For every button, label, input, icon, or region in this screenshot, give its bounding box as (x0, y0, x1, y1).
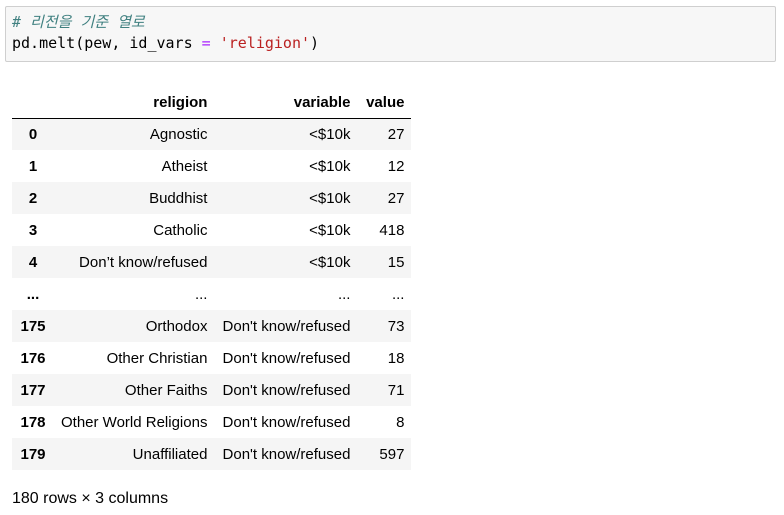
cell-value: 73 (387, 317, 405, 335)
row-index: 175 (20, 317, 46, 335)
cell-religion: Buddhist (149, 189, 208, 207)
cell-religion: Other World Religions (61, 413, 208, 431)
row-index: 176 (20, 349, 46, 367)
row-index: ... (26, 285, 40, 303)
cell-value: 12 (387, 157, 405, 175)
row-index: 177 (20, 381, 46, 399)
cell-variable: <$10k (309, 125, 351, 143)
row-index: 1 (28, 157, 38, 175)
table-row: 1 Atheist <$10k 12 (12, 150, 412, 182)
header-religion: religion (54, 87, 215, 119)
cell-variable: <$10k (309, 189, 351, 207)
cell-variable: <$10k (309, 221, 351, 239)
cell-religion: Unaffiliated (132, 445, 208, 463)
dataframe-shape-caption: 180 rows × 3 columns (12, 490, 169, 507)
table-row: 176 Other Christian Don't know/refused 1… (12, 342, 412, 374)
table-row: 177 Other Faiths Don't know/refused 71 (12, 374, 412, 406)
cell-religion: Agnostic (149, 125, 208, 143)
row-index: 2 (28, 189, 38, 207)
table-row: 175 Orthodox Don't know/refused 73 (12, 310, 412, 342)
code-cell[interactable]: # 리전을 기준 열로 pd.melt(pew, id_vars = 'reli… (5, 6, 776, 62)
cell-religion: Atheist (161, 157, 208, 175)
cell-variable: Don't know/refused (222, 349, 351, 367)
cell-religion: Orthodox (145, 317, 208, 335)
cell-religion: Other Faiths (124, 381, 208, 399)
row-index: 3 (28, 221, 38, 239)
cell-value: 418 (379, 221, 405, 239)
code-operator: = (201, 34, 211, 52)
cell-variable: Don't know/refused (222, 413, 351, 431)
cell-value: 15 (387, 253, 405, 271)
table-row: 4 Don’t know/refused <$10k 15 (12, 246, 412, 278)
row-index: 4 (28, 253, 38, 271)
code-comment: # 리전을 기준 열로 (12, 13, 145, 31)
cell-value: 27 (387, 125, 405, 143)
cell-variable: <$10k (309, 253, 351, 271)
code-close-paren: ) (310, 34, 320, 52)
row-index: 0 (28, 125, 38, 143)
code-function-call: pd.melt(pew, id_vars (12, 34, 202, 52)
cell-variable: Don't know/refused (222, 445, 351, 463)
table-row: 0 Agnostic <$10k 27 (12, 118, 412, 150)
cell-religion: Catholic (153, 221, 208, 239)
row-index: 178 (20, 413, 46, 431)
table-header-row: religion variable value (12, 87, 412, 119)
cell-value: 8 (396, 413, 405, 431)
cell-variable: Don't know/refused (222, 381, 351, 399)
cell-value: ... (391, 285, 405, 303)
cell-variable: ... (337, 285, 351, 303)
cell-variable: Don't know/refused (222, 317, 351, 335)
row-index: 179 (20, 445, 46, 463)
cell-religion: Other Christian (106, 349, 208, 367)
code-string-literal: 'religion' (219, 34, 311, 52)
cell-value: 18 (387, 349, 405, 367)
cell-value: 597 (379, 445, 405, 463)
code-statement-line: pd.melt(pew, id_vars = 'religion') (12, 33, 769, 54)
table-row: 178 Other World Religions Don't know/ref… (12, 406, 412, 438)
header-index (12, 87, 54, 119)
code-comment-line: # 리전을 기준 열로 (12, 12, 769, 33)
table-row: 3 Catholic <$10k 418 (12, 214, 412, 246)
cell-religion: ... (194, 285, 208, 303)
header-variable: variable (214, 87, 358, 119)
cell-value: 27 (387, 189, 405, 207)
table-row: 179 Unaffiliated Don't know/refused 597 (12, 438, 412, 470)
cell-variable: <$10k (309, 157, 351, 175)
dataframe-table: religion variable value 0 Agnostic <$10k… (12, 87, 412, 470)
table-row: 2 Buddhist <$10k 27 (12, 182, 412, 214)
cell-religion: Don’t know/refused (79, 253, 208, 271)
table-row-ellipsis: ... ... ... ... (12, 278, 412, 310)
cell-value: 71 (387, 381, 405, 399)
header-value: value (357, 87, 412, 119)
